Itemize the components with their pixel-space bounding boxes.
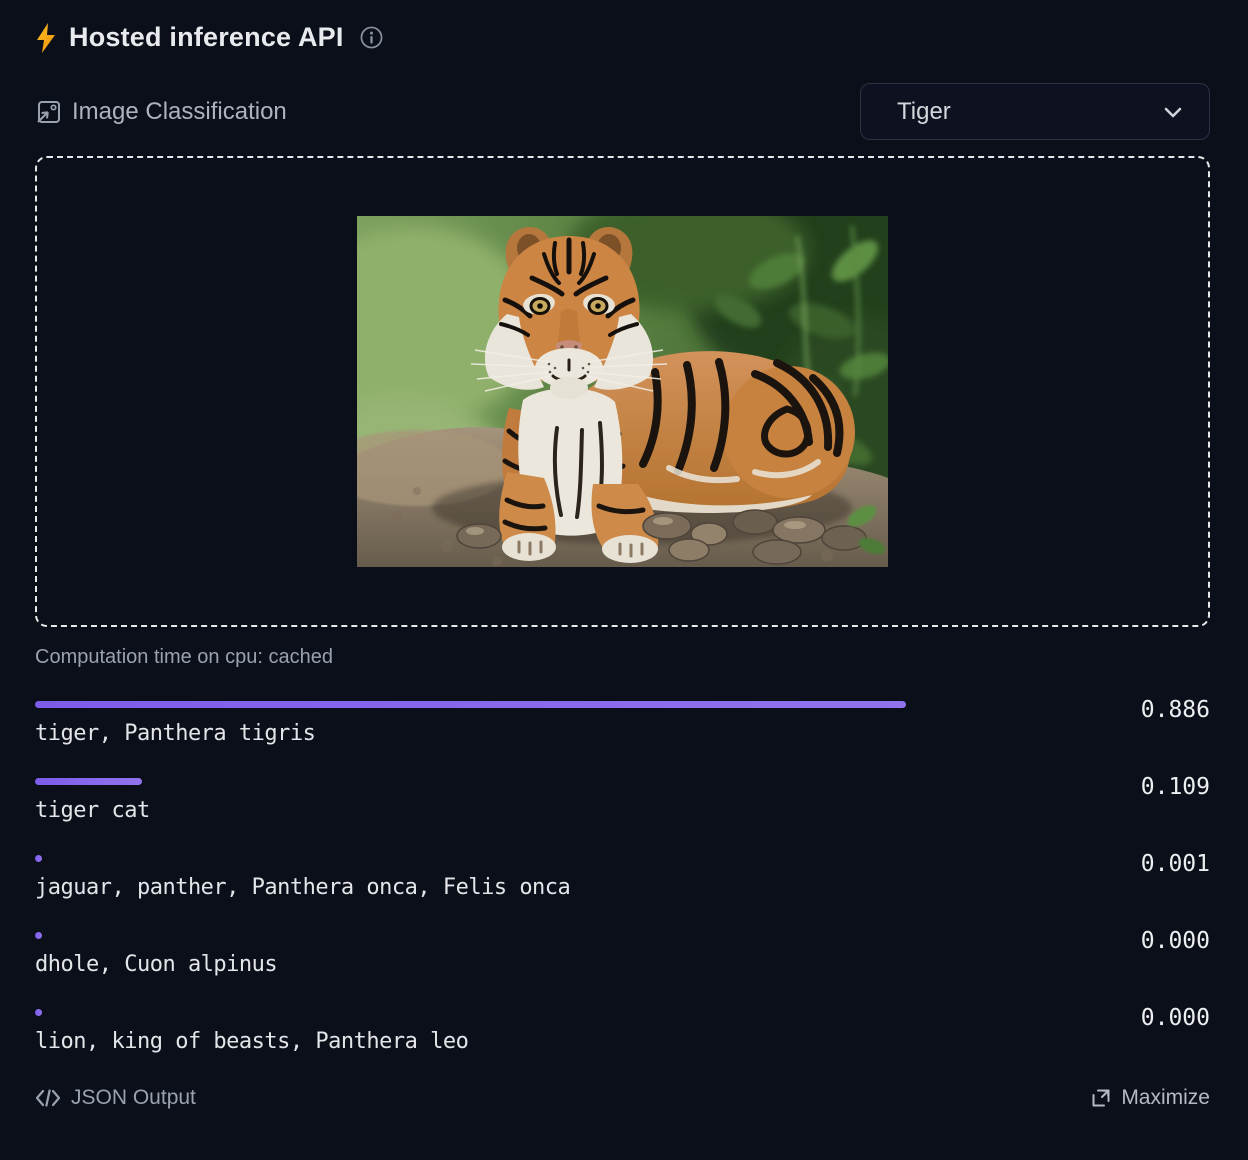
score-bar — [35, 1009, 42, 1016]
computation-time: Computation time on cpu: cached — [35, 646, 1210, 669]
lightning-bolt-icon — [35, 23, 57, 53]
class-score: 0.000 — [1141, 1005, 1210, 1031]
example-select-dropdown[interactable]: Tiger — [860, 83, 1210, 140]
inference-widget: Hosted inference API Image Classificatio… — [0, 0, 1248, 1138]
page-title: Hosted inference API — [69, 22, 344, 53]
class-label: lion, king of beasts, Panthera leo — [35, 1029, 1210, 1055]
class-label: jaguar, panther, Panthera onca, Felis on… — [35, 875, 1210, 901]
maximize-label: Maximize — [1121, 1086, 1210, 1110]
class-score: 0.886 — [1141, 697, 1210, 723]
image-classification-icon — [35, 99, 61, 125]
widget-footer: JSON Output Maximize — [35, 1086, 1210, 1110]
result-row: dhole, Cuon alpinus 0.000 — [35, 932, 1210, 978]
json-output-button[interactable]: JSON Output — [35, 1086, 196, 1110]
class-score: 0.001 — [1141, 851, 1210, 877]
class-label: tiger cat — [35, 798, 1210, 824]
code-icon — [35, 1089, 61, 1107]
result-row: tiger cat 0.109 — [35, 778, 1210, 824]
maximize-icon — [1091, 1088, 1111, 1108]
widget-header: Hosted inference API — [35, 22, 1210, 53]
class-label: dhole, Cuon alpinus — [35, 952, 1210, 978]
info-icon[interactable] — [360, 26, 383, 49]
task-type: Image Classification — [35, 98, 287, 126]
class-label: tiger, Panthera tigris — [35, 721, 1210, 747]
score-bar — [35, 855, 42, 862]
json-output-label: JSON Output — [71, 1086, 196, 1110]
score-bar — [35, 701, 906, 708]
classification-results: tiger, Panthera tigris 0.886 tiger cat 0… — [35, 701, 1210, 1055]
score-bar — [35, 932, 42, 939]
score-bar — [35, 778, 142, 785]
maximize-button[interactable]: Maximize — [1091, 1086, 1210, 1110]
class-score: 0.000 — [1141, 928, 1210, 954]
result-row: lion, king of beasts, Panthera leo 0.000 — [35, 1009, 1210, 1055]
tiger-photo — [357, 216, 888, 567]
selected-example: Tiger — [897, 98, 951, 126]
chevron-down-icon — [1161, 100, 1185, 124]
task-row: Image Classification Tiger — [35, 83, 1210, 140]
result-row: jaguar, panther, Panthera onca, Felis on… — [35, 855, 1210, 901]
image-dropzone[interactable] — [35, 156, 1210, 627]
class-score: 0.109 — [1141, 774, 1210, 800]
result-row: tiger, Panthera tigris 0.886 — [35, 701, 1210, 747]
task-label: Image Classification — [72, 98, 287, 126]
